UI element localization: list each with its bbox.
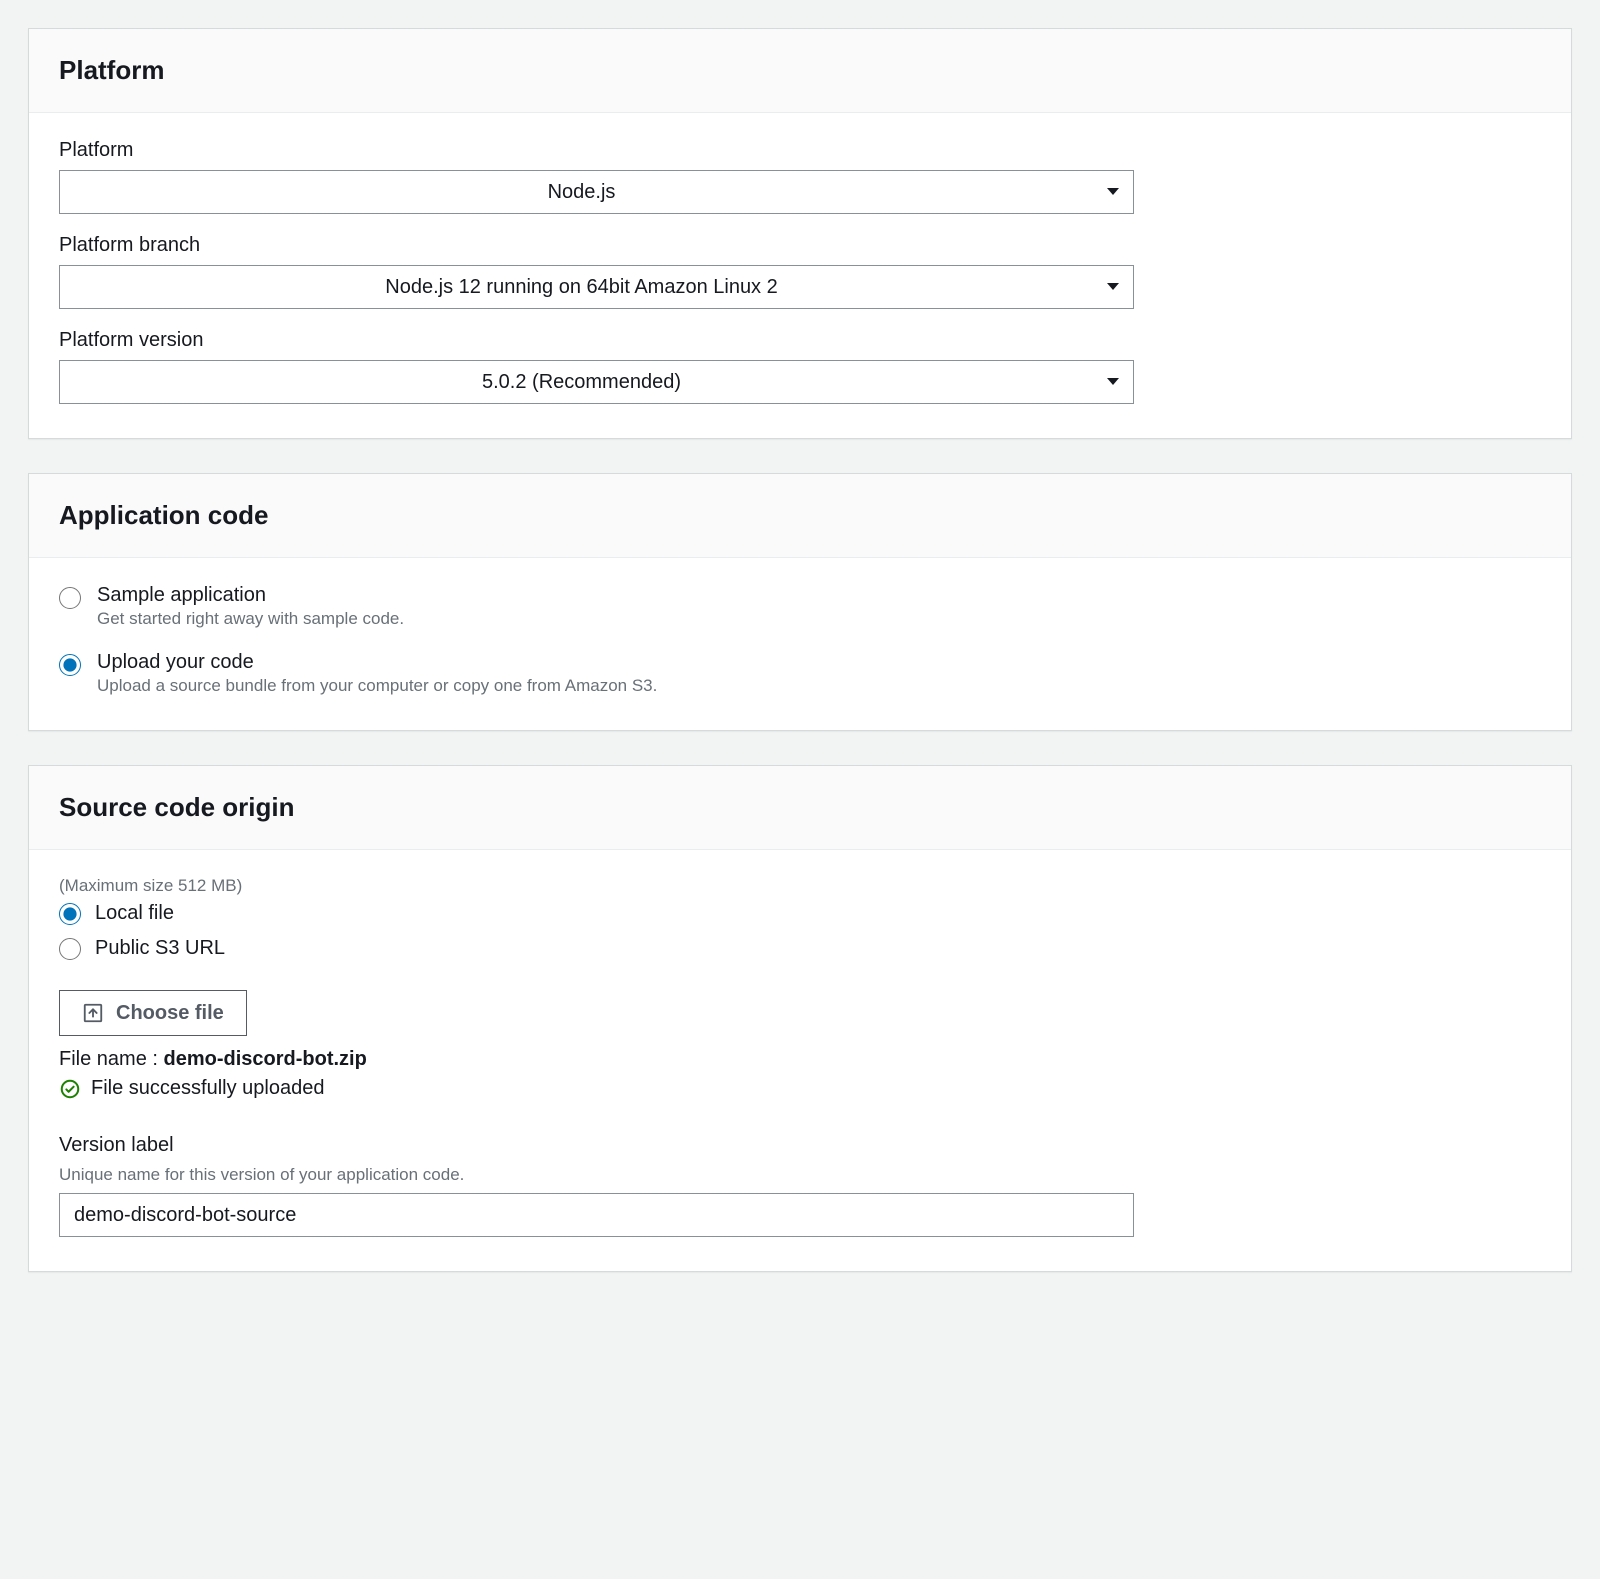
application-code-panel: Application code Sample application Get …	[28, 473, 1572, 731]
success-check-icon	[59, 1078, 81, 1100]
public-s3-radio[interactable]	[59, 938, 81, 960]
platform-field: Platform Node.js	[59, 139, 1541, 214]
sample-application-text: Sample application Get started right awa…	[97, 584, 404, 629]
platform-label: Platform	[59, 139, 1541, 162]
platform-version-label: Platform version	[59, 329, 1541, 352]
application-code-panel-header: Application code	[29, 474, 1571, 558]
file-name-line: File name : demo-discord-bot.zip	[59, 1048, 1541, 1071]
upload-your-code-option: Upload your code Upload a source bundle …	[59, 651, 1541, 696]
application-code-panel-title: Application code	[59, 500, 1541, 531]
platform-version-select-wrap: 5.0.2 (Recommended)	[59, 360, 1134, 404]
sample-application-radio[interactable]	[59, 587, 81, 609]
upload-success-text: File successfully uploaded	[91, 1077, 324, 1100]
file-name-label: File name :	[59, 1048, 163, 1070]
sample-application-option: Sample application Get started right awa…	[59, 584, 1541, 629]
platform-panel-title: Platform	[59, 55, 1541, 86]
public-s3-label[interactable]: Public S3 URL	[95, 937, 225, 960]
version-label-help: Unique name for this version of your app…	[59, 1165, 1541, 1185]
choose-file-button[interactable]: Choose file	[59, 990, 247, 1036]
platform-version-field: Platform version 5.0.2 (Recommended)	[59, 329, 1541, 404]
platform-panel-header: Platform	[29, 29, 1571, 113]
platform-branch-select[interactable]: Node.js 12 running on 64bit Amazon Linux…	[59, 265, 1134, 309]
platform-panel-body: Platform Node.js Platform branch Node.js…	[29, 113, 1571, 438]
public-s3-option: Public S3 URL	[59, 937, 1541, 960]
platform-panel: Platform Platform Node.js Platform branc…	[28, 28, 1572, 439]
platform-version-select[interactable]: 5.0.2 (Recommended)	[59, 360, 1134, 404]
source-code-origin-panel-body: (Maximum size 512 MB) Local file Public …	[29, 850, 1571, 1271]
upload-your-code-label[interactable]: Upload your code	[97, 651, 254, 673]
version-label-label: Version label	[59, 1134, 1541, 1157]
file-name-value: demo-discord-bot.zip	[163, 1048, 366, 1070]
max-size-help: (Maximum size 512 MB)	[59, 876, 1541, 896]
version-label-group: Version label Unique name for this versi…	[59, 1134, 1541, 1237]
source-code-origin-panel: Source code origin (Maximum size 512 MB)…	[28, 765, 1572, 1272]
application-code-panel-body: Sample application Get started right awa…	[29, 558, 1571, 730]
sample-application-label[interactable]: Sample application	[97, 584, 266, 606]
platform-branch-select-wrap: Node.js 12 running on 64bit Amazon Linux…	[59, 265, 1134, 309]
version-label-input[interactable]	[59, 1193, 1134, 1237]
local-file-radio[interactable]	[59, 903, 81, 925]
choose-file-button-label: Choose file	[116, 1002, 224, 1025]
upload-success-line: File successfully uploaded	[59, 1077, 1541, 1100]
upload-your-code-text: Upload your code Upload a source bundle …	[97, 651, 657, 696]
local-file-option: Local file	[59, 902, 1541, 925]
sample-application-desc: Get started right away with sample code.	[97, 609, 404, 629]
source-code-origin-panel-title: Source code origin	[59, 792, 1541, 823]
platform-select[interactable]: Node.js	[59, 170, 1134, 214]
platform-branch-field: Platform branch Node.js 12 running on 64…	[59, 234, 1541, 309]
source-code-origin-panel-header: Source code origin	[29, 766, 1571, 850]
upload-icon	[82, 1002, 104, 1024]
local-file-label[interactable]: Local file	[95, 902, 174, 925]
platform-select-wrap: Node.js	[59, 170, 1134, 214]
upload-your-code-radio[interactable]	[59, 654, 81, 676]
upload-your-code-desc: Upload a source bundle from your compute…	[97, 676, 657, 696]
platform-branch-label: Platform branch	[59, 234, 1541, 257]
